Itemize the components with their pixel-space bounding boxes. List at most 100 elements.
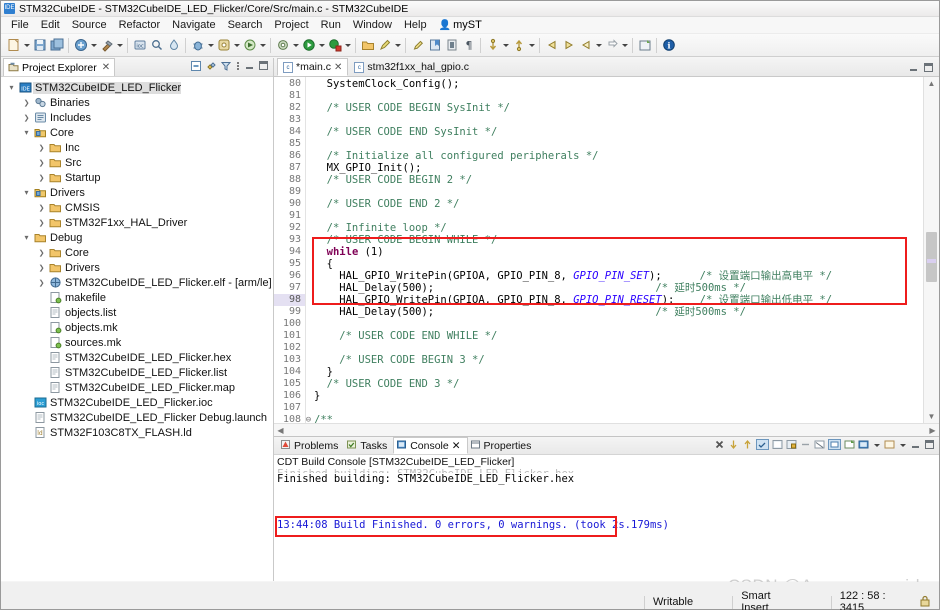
code-line[interactable]: 101 /* USER CODE END WHILE */ bbox=[274, 330, 923, 342]
new-console-view-icon[interactable] bbox=[884, 439, 895, 453]
tree-item[interactable]: ❯Core bbox=[1, 245, 273, 260]
build-project-icon[interactable] bbox=[72, 36, 89, 54]
chevron-right-icon[interactable]: ❯ bbox=[35, 204, 48, 212]
tree-item[interactable]: STM32CubeIDE_LED_Flicker.map bbox=[1, 380, 273, 395]
chevron-right-icon[interactable]: ❯ bbox=[20, 99, 33, 107]
editor-tab-main-c[interactable]: c *main.c ✕ bbox=[277, 58, 348, 76]
close-icon[interactable]: ✕ bbox=[452, 440, 461, 452]
tree-item[interactable]: STM32CubeIDE_LED_Flicker Debug.launch bbox=[1, 410, 273, 425]
clear-console-icon[interactable] bbox=[772, 439, 783, 453]
tree-item[interactable]: objects.mk bbox=[1, 320, 273, 335]
chevron-down-icon[interactable]: ▾ bbox=[20, 188, 33, 197]
tree-item[interactable]: iocSTM32CubeIDE_LED_Flicker.ioc bbox=[1, 395, 273, 410]
view-menu-icon[interactable] bbox=[235, 60, 241, 75]
chevron-right-icon[interactable]: ❯ bbox=[35, 264, 48, 272]
code-line[interactable]: 89 bbox=[274, 186, 923, 198]
close-icon[interactable]: ✕ bbox=[334, 62, 342, 73]
tab-properties[interactable]: Properties bbox=[468, 439, 538, 453]
chevron-down-icon[interactable]: ▾ bbox=[20, 233, 33, 242]
next-annotation-icon[interactable] bbox=[484, 36, 501, 54]
pin-console-icon[interactable] bbox=[828, 439, 841, 453]
new-file-dropdown-icon[interactable] bbox=[22, 36, 31, 54]
external-tools-icon[interactable] bbox=[241, 36, 258, 54]
maximize-icon[interactable] bbox=[924, 439, 935, 453]
debug-dropdown-icon[interactable] bbox=[206, 36, 215, 54]
close-icon[interactable]: ✕ bbox=[102, 62, 110, 73]
code-lines[interactable]: 80 SystemClock_Config();8182 /* USER COD… bbox=[274, 77, 923, 423]
tree-item[interactable]: ▾Drivers bbox=[1, 185, 273, 200]
debug-config-dropdown-icon[interactable] bbox=[232, 36, 241, 54]
tree-item[interactable]: ❯STM32CubeIDE_LED_Flicker.elf - [arm/le] bbox=[1, 275, 273, 290]
debug-flash-icon[interactable] bbox=[165, 36, 182, 54]
code-line[interactable]: 94 while (1) bbox=[274, 246, 923, 258]
chevron-down-icon[interactable]: ▾ bbox=[5, 83, 18, 92]
menu-item-search[interactable]: Search bbox=[222, 18, 269, 32]
save-all-icon[interactable] bbox=[48, 36, 65, 54]
tree-item[interactable]: makefile bbox=[1, 290, 273, 305]
scroll-down-icon[interactable] bbox=[728, 439, 739, 453]
code-line[interactable]: 93 /* USER CODE BEGIN WHILE */ bbox=[274, 234, 923, 246]
editor-horizontal-scrollbar[interactable]: ◀ ▶ bbox=[274, 423, 939, 436]
code-line[interactable]: 92 /* Infinite loop */ bbox=[274, 222, 923, 234]
code-line[interactable]: 106} bbox=[274, 390, 923, 402]
run-last-tool-dropdown-icon[interactable] bbox=[343, 36, 352, 54]
menu-item-source[interactable]: Source bbox=[66, 18, 113, 32]
external-tools-dropdown-icon[interactable] bbox=[258, 36, 267, 54]
show-whitespace-icon[interactable]: ¶ bbox=[460, 36, 477, 54]
maximize-icon[interactable] bbox=[923, 62, 934, 76]
code-line[interactable]: 84 /* USER CODE END SysInit */ bbox=[274, 126, 923, 138]
tree-item[interactable]: ❯Startup bbox=[1, 170, 273, 185]
new-file-icon[interactable] bbox=[5, 36, 22, 54]
code-line[interactable]: 91 bbox=[274, 210, 923, 222]
scroll-up-icon[interactable]: ▲ bbox=[924, 77, 939, 90]
forward-history-icon[interactable] bbox=[603, 36, 620, 54]
console-output[interactable]: Finished building: STM32CubeIDE_LED_Flic… bbox=[274, 468, 939, 581]
tree-item[interactable]: ▾Core bbox=[1, 125, 273, 140]
tree-item[interactable]: STM32CubeIDE_LED_Flicker.hex bbox=[1, 350, 273, 365]
view-filter-icon[interactable] bbox=[220, 60, 232, 75]
menu-item-help[interactable]: Help bbox=[398, 18, 433, 32]
scroll-up-icon[interactable] bbox=[742, 439, 753, 453]
menu-item-file[interactable]: File bbox=[5, 18, 35, 32]
tree-item[interactable]: STM32CubeIDE_LED_Flicker.list bbox=[1, 365, 273, 380]
code-line[interactable]: 90 /* USER CODE END 2 */ bbox=[274, 198, 923, 210]
code-line[interactable]: 86 /* Initialize all configured peripher… bbox=[274, 150, 923, 162]
information-icon[interactable]: i bbox=[660, 36, 677, 54]
tab-console[interactable]: Console ✕ bbox=[393, 437, 467, 454]
forward-history-dropdown-icon[interactable] bbox=[620, 36, 629, 54]
display-console-dropdown-icon[interactable] bbox=[872, 437, 881, 455]
code-line[interactable]: 105 /* USER CODE END 3 */ bbox=[274, 378, 923, 390]
tree-item[interactable]: ▾IDESTM32CubeIDE_LED_Flicker bbox=[1, 80, 273, 95]
new-console-dropdown-icon[interactable] bbox=[898, 437, 907, 455]
build-dropdown-icon[interactable] bbox=[89, 36, 98, 54]
code-line[interactable]: 99 HAL_Delay(500); /* 延时500ms */ bbox=[274, 306, 923, 318]
maximize-icon[interactable] bbox=[258, 60, 269, 74]
code-line[interactable]: 81 bbox=[274, 90, 923, 102]
open-folder-icon[interactable] bbox=[359, 36, 376, 54]
tab-tasks[interactable]: Tasks bbox=[344, 439, 393, 453]
chevron-right-icon[interactable]: ❯ bbox=[35, 174, 48, 182]
tab-project-explorer[interactable]: Project Explorer ✕ bbox=[3, 58, 115, 76]
open-perspective-icon[interactable] bbox=[636, 36, 653, 54]
scrollbar-thumb[interactable] bbox=[926, 232, 937, 282]
tree-item[interactable]: ❯STM32F1xx_HAL_Driver bbox=[1, 215, 273, 230]
code-line[interactable]: 83 bbox=[274, 114, 923, 126]
bookmark-icon[interactable] bbox=[426, 36, 443, 54]
chevron-right-icon[interactable]: ❯ bbox=[20, 114, 33, 122]
menu-item-refactor[interactable]: Refactor bbox=[113, 18, 167, 32]
hammer-build-icon[interactable] bbox=[98, 36, 115, 54]
minimize-icon[interactable] bbox=[244, 60, 255, 74]
menu-item-project[interactable]: Project bbox=[268, 18, 314, 32]
back-history-icon[interactable] bbox=[577, 36, 594, 54]
highlight-dropdown-icon[interactable] bbox=[393, 36, 402, 54]
minimize-icon[interactable] bbox=[908, 62, 919, 76]
scroll-right-icon[interactable]: ▶ bbox=[926, 426, 939, 435]
code-line[interactable]: 82 /* USER CODE BEGIN SysInit */ bbox=[274, 102, 923, 114]
code-line[interactable]: 95 { bbox=[274, 258, 923, 270]
editor-tab-stm32f1xx-hal-gpio-c[interactable]: c stm32f1xx_hal_gpio.c bbox=[348, 58, 475, 76]
tree-item[interactable]: sources.mk bbox=[1, 335, 273, 350]
device-config-icon[interactable]: ioc bbox=[131, 36, 148, 54]
debug-icon[interactable] bbox=[189, 36, 206, 54]
chevron-right-icon[interactable]: ❯ bbox=[35, 144, 48, 152]
tree-item[interactable]: ldSTM32F103C8TX_FLASH.ld bbox=[1, 425, 273, 440]
